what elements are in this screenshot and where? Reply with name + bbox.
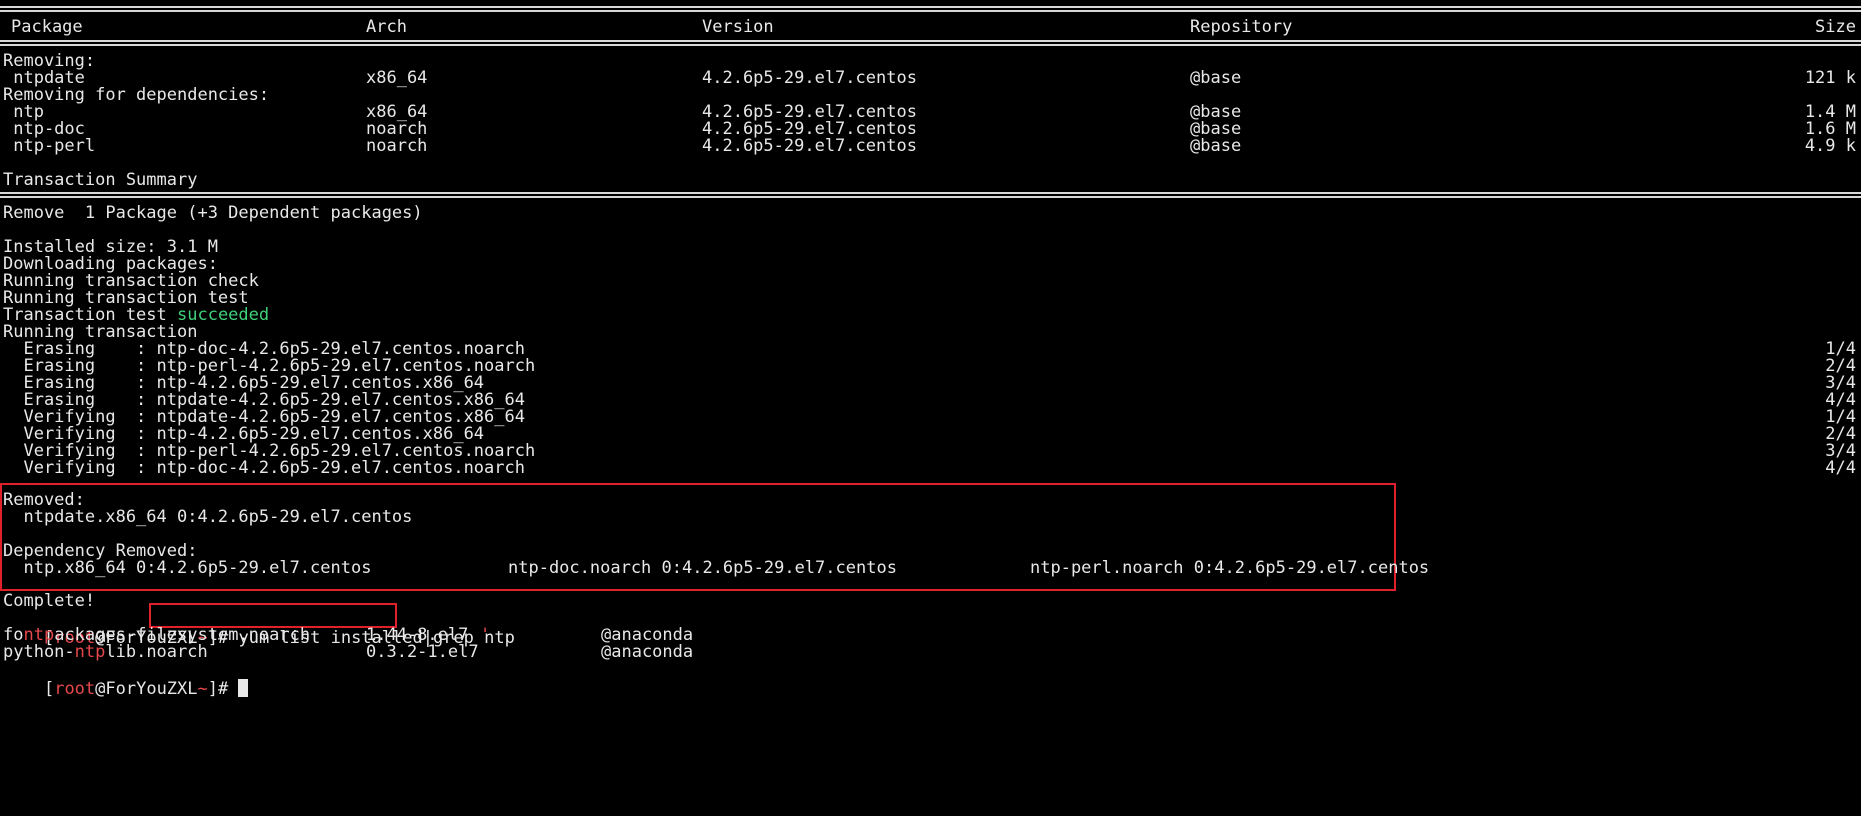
row-version: 4.2.6p5-29.el7.centos	[702, 68, 917, 88]
row-arch: x86_64	[366, 68, 428, 88]
table-header: Package Arch Version Repository Size	[3, 17, 1856, 37]
header-repository: Repository	[1190, 17, 1293, 37]
dependency-removed-items: ntp.x86_64 0:4.2.6p5-29.el7.centos ntp-d…	[3, 558, 1856, 578]
text-cursor	[238, 679, 249, 697]
prompt-user: root	[54, 679, 96, 699]
row-repo: @base	[1190, 68, 1242, 88]
table-row: ntp-perl noarch 4.2.6p5-29.el7.centos @b…	[3, 136, 1856, 156]
prompt-host: @ForYouZXL	[95, 679, 198, 699]
dep-removed-item: ntp.x86_64 0:4.2.6p5-29.el7.centos	[3, 558, 372, 578]
row-size: 121 k	[1804, 68, 1856, 88]
row-arch: noarch	[366, 136, 428, 156]
list-item: Verifying : ntp-doc-4.2.6p5-29.el7.cento…	[3, 458, 1856, 478]
prompt-line-final[interactable]: [root@ForYouZXL~]#	[3, 659, 249, 699]
header-size: Size	[1815, 17, 1856, 37]
row-package: ntp-perl	[3, 136, 96, 156]
result-repo: @anaconda	[601, 642, 694, 662]
result-version: 0.3.2-1.el7	[366, 642, 479, 662]
header-package: Package	[11, 17, 83, 37]
table-row: ntpdate x86_64 4.2.6p5-29.el7.centos @ba…	[3, 68, 1856, 88]
row-size: 4.9 k	[1804, 136, 1856, 156]
prompt-bracket-close: ]#	[207, 679, 239, 699]
summary-title: Transaction Summary	[3, 170, 198, 190]
removed-item: ntpdate.x86_64 0:4.2.6p5-29.el7.centos	[3, 507, 413, 527]
step-count: 4/4	[1825, 458, 1856, 478]
header-arch: Arch	[366, 17, 407, 37]
separator-summary	[0, 190, 1861, 202]
row-version: 4.2.6p5-29.el7.centos	[702, 136, 917, 156]
prompt-path: ~	[197, 679, 208, 699]
header-version: Version	[702, 17, 774, 37]
list-item: python-ntplib.noarch 0.3.2-1.el7 @anacon…	[3, 642, 1856, 662]
summary-remove: Remove 1 Package (+3 Dependent packages)	[3, 203, 423, 223]
dep-removed-item: ntp-perl.noarch 0:4.2.6p5-29.el7.centos	[1030, 558, 1430, 578]
row-repo: @base	[1190, 136, 1242, 156]
terminal-window[interactable]: Package Arch Version Repository Size Rem…	[0, 0, 1861, 816]
separator-header	[0, 38, 1861, 50]
separator-top	[0, 4, 1861, 16]
dep-removed-item: ntp-doc.noarch 0:4.2.6p5-29.el7.centos	[508, 558, 897, 578]
prompt-bracket-open: [	[43, 679, 55, 699]
step-action: Verifying : ntp-doc-4.2.6p5-29.el7.cento…	[3, 458, 525, 478]
